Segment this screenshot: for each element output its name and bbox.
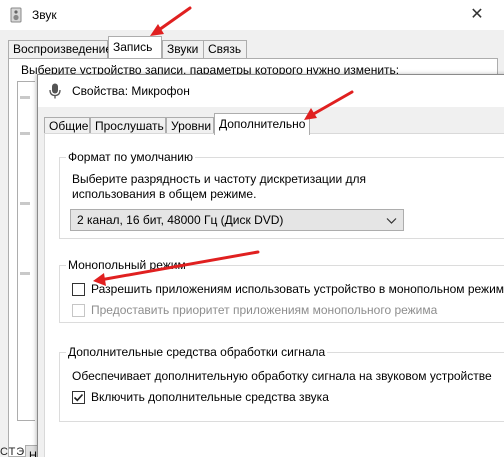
signal-enhancements-description: Обеспечивает дополнительную обработку си… — [72, 369, 492, 383]
exclusive-mode-title: Монопольный режим — [66, 258, 188, 272]
sound-window-titlebar[interactable]: Звук ✕ — [0, 0, 504, 30]
tab-playback[interactable]: Воспроизведение — [8, 40, 112, 58]
tab-sounds[interactable]: Звуки — [162, 40, 204, 58]
default-format-description-1: Выберите разрядность и частоту дискретиз… — [72, 172, 367, 186]
tab-communications[interactable]: Связь — [203, 40, 247, 58]
exclusive-priority-checkbox[interactable] — [72, 304, 85, 317]
dialog-tabs: Общие Прослушать Уровни Дополнительно — [44, 113, 504, 135]
tab-advanced[interactable]: Дополнительно — [214, 113, 310, 135]
tab-recording[interactable]: Запись — [108, 36, 162, 58]
default-format-title: Формат по умолчанию — [66, 150, 195, 164]
allow-exclusive-label[interactable]: Разрешить приложениям использовать устро… — [91, 282, 504, 297]
speaker-icon — [8, 7, 24, 23]
dialog-title: Свойства: Микрофон — [72, 84, 190, 98]
signal-enhancements-title: Дополнительные средства обработки сигнал… — [66, 345, 328, 359]
microphone-icon — [48, 83, 62, 99]
checkmark-icon — [73, 393, 84, 402]
exclusive-priority-label[interactable]: Предоставить приоритет приложениям моноп… — [91, 303, 437, 318]
advanced-panel: Формат по умолчанию Выберите разрядность… — [44, 133, 504, 457]
recording-device-list[interactable] — [17, 81, 35, 421]
default-format-selected: 2 канал, 16 бит, 48000 Гц (Диск DVD) — [77, 213, 284, 227]
enable-enhancements-label[interactable]: Включить дополнительные средства звука — [91, 390, 329, 405]
default-format-description-2: использования в общем режиме. — [72, 187, 257, 201]
sound-window-title: Звук — [32, 8, 57, 22]
enable-enhancements-checkbox[interactable] — [72, 391, 85, 404]
bottom-text-fragment: СТЭ — [0, 446, 26, 457]
chevron-down-icon — [386, 215, 397, 226]
close-icon[interactable]: ✕ — [466, 4, 488, 26]
microphone-properties-dialog: Свойства: Микрофон Общие Прослушать Уров… — [37, 74, 504, 457]
dialog-titlebar[interactable]: Свойства: Микрофон — [38, 75, 504, 107]
signal-enhancements-group: Дополнительные средства обработки сигнал… — [59, 345, 504, 422]
allow-exclusive-checkbox[interactable] — [72, 283, 85, 296]
default-format-dropdown[interactable]: 2 канал, 16 бит, 48000 Гц (Диск DVD) — [70, 209, 404, 231]
